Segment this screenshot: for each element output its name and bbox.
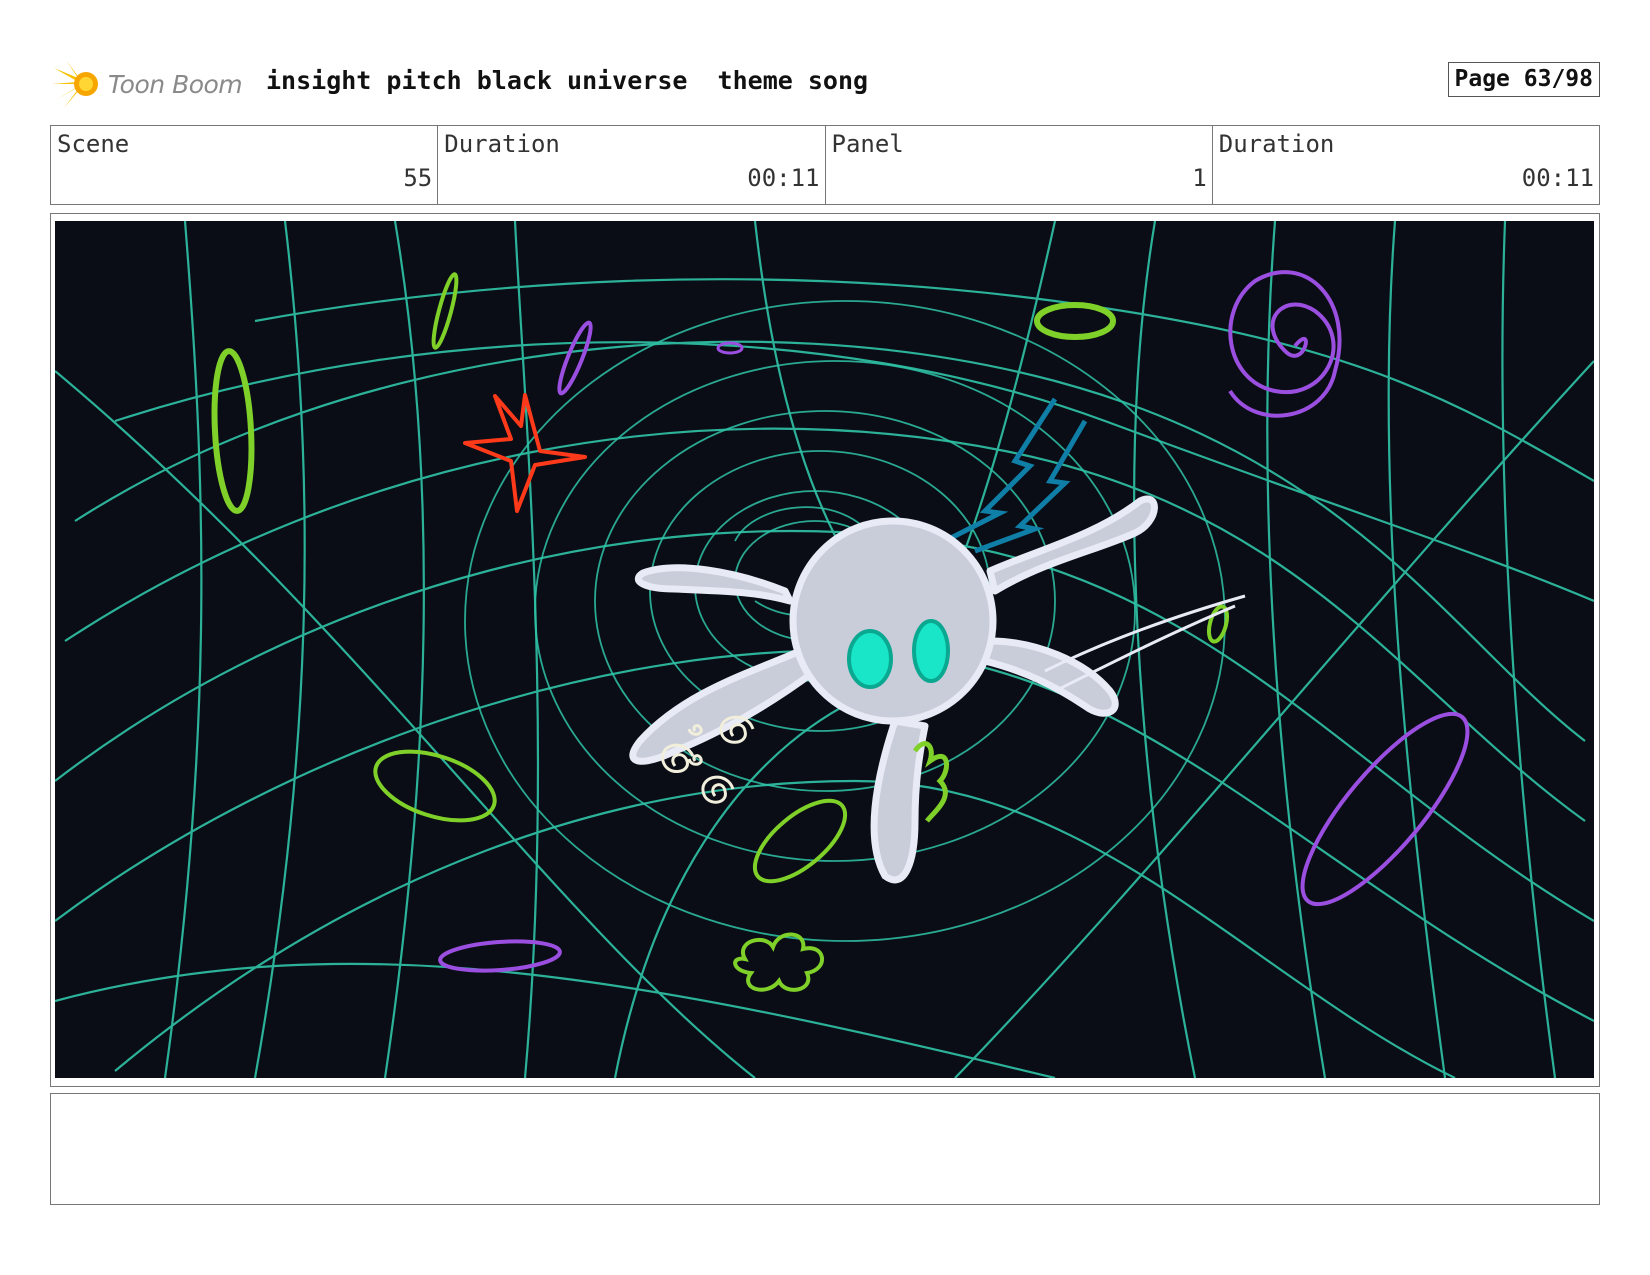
panel-drawing	[55, 221, 1594, 1078]
arm-right-lower	[981, 637, 1119, 717]
panel-label: Panel	[831, 130, 904, 158]
panel-duration-cell: Duration 00:11	[1213, 126, 1599, 204]
panel-value: 1	[1192, 164, 1207, 192]
burst-icon	[52, 60, 98, 108]
scene-info-table: Scene 55 Duration 00:11 Panel 1 Duration…	[50, 125, 1600, 205]
arm-left-upper	[634, 564, 794, 605]
purple-ring-bottom	[438, 939, 562, 973]
page-indicator: Page 63/98	[1447, 62, 1600, 97]
panel-cell: Panel 1	[826, 126, 1213, 204]
panel-notes-box	[50, 1093, 1600, 1205]
scene-duration-cell: Duration 00:11	[438, 126, 826, 204]
green-ring-top-right	[1034, 302, 1116, 340]
panel-illustration	[55, 221, 1594, 1078]
scene-duration-label: Duration	[444, 130, 560, 158]
scene-label: Scene	[57, 130, 130, 158]
purple-ring-right	[1300, 711, 1470, 907]
character	[629, 495, 1158, 884]
green-oval-left	[211, 348, 255, 514]
scene-value: 55	[403, 164, 433, 192]
scene-cell: Scene 55	[51, 126, 439, 204]
panel-duration-value: 00:11	[1521, 164, 1594, 192]
green-ring-center	[752, 798, 848, 884]
scene-duration-value: 00:11	[747, 164, 820, 192]
storyboard-header: Toon Boom insight pitch black universe t…	[52, 56, 1600, 112]
storyboard-panel-frame	[50, 213, 1600, 1087]
blue-lightning	[943, 397, 1088, 554]
green-oval-top	[431, 272, 459, 350]
green-cloud	[733, 932, 825, 992]
document-title: insight pitch black universe theme song	[266, 66, 869, 95]
purple-dot	[716, 341, 744, 355]
left-eye	[847, 629, 893, 689]
right-eye	[912, 619, 950, 683]
logo-text: Toon Boom	[108, 69, 243, 99]
toon-boom-logo: Toon Boom	[52, 58, 243, 110]
character-head	[789, 517, 997, 725]
panel-duration-label: Duration	[1218, 130, 1335, 158]
